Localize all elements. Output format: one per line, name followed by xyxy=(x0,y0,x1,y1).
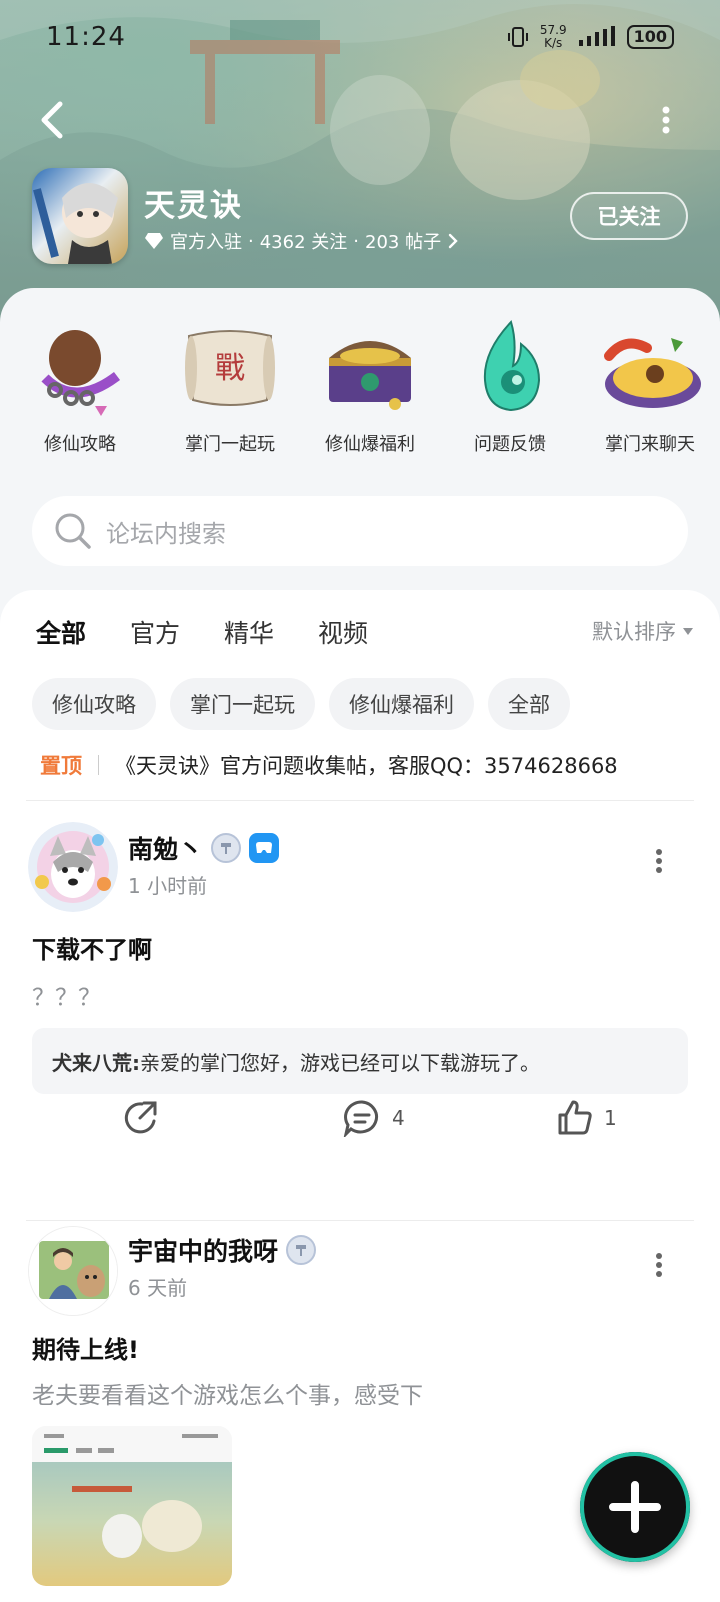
chip-welfare[interactable]: 修仙爆福利 xyxy=(329,678,474,730)
gamepad-badge-icon xyxy=(249,833,280,863)
game-title: 天灵诀 xyxy=(144,188,243,224)
status-time: 11:24 xyxy=(46,22,126,52)
author-row: 宇宙中的我呀 xyxy=(128,1232,317,1268)
signal-icon xyxy=(578,26,615,46)
forum-search-bar[interactable]: 论坛内搜索 xyxy=(32,496,688,566)
pinned-badge: 置顶 xyxy=(40,754,82,778)
category-label: 问题反馈 xyxy=(474,434,546,455)
chip-guide[interactable]: 修仙攻略 xyxy=(32,678,156,730)
category-feedback[interactable]: 问题反馈 xyxy=(440,318,580,456)
search-icon xyxy=(55,513,91,549)
like-count: 1 xyxy=(604,1106,617,1130)
share-button[interactable] xyxy=(122,1099,160,1137)
game-app-icon[interactable] xyxy=(32,168,128,264)
vibrate-icon xyxy=(507,27,528,47)
screenshot-preview-image xyxy=(32,1426,232,1558)
avatar[interactable] xyxy=(28,822,118,912)
scroll-bag-icon xyxy=(41,330,121,416)
topic-chips: 修仙攻略 掌门一起玩 修仙爆福利 全部 xyxy=(32,678,570,730)
chip-all[interactable]: 全部 xyxy=(488,678,570,730)
post-feed: 全部 官方 精华 视频 默认排序 修仙攻略 掌门一起玩 修仙爆福利 全部 置顶 … xyxy=(0,590,720,1602)
reply-text: 亲爱的掌门您好，游戏已经可以下载游玩了。 xyxy=(140,1050,540,1075)
pinned-post[interactable]: 置顶 《天灵诀》官方问题收集帖，客服QQ：3574628668 xyxy=(40,750,618,780)
forum-banner: 11:24 57.9 K/s 100 天灵诀 官方入驻 · 4362 关注 · … xyxy=(0,0,720,330)
divider xyxy=(26,800,694,801)
category-chat[interactable]: 掌门来聊天 xyxy=(580,318,720,456)
comment-button[interactable]: 4 xyxy=(342,1099,405,1137)
category-label: 掌门一起玩 xyxy=(185,434,275,455)
game-character-art xyxy=(33,183,118,264)
network-speed: 57.9 K/s xyxy=(540,24,567,50)
meta-dot: · xyxy=(353,230,359,252)
official-verified-label: 官方入驻 xyxy=(170,232,242,253)
diamond-icon xyxy=(145,233,163,249)
tab-featured[interactable]: 精华 xyxy=(224,614,274,656)
battle-scroll-icon: 戰 xyxy=(185,330,275,406)
user-avatar-image xyxy=(29,1227,117,1315)
status-icons: 57.9 K/s 100 xyxy=(506,24,674,50)
post-body[interactable]: 老夫要看看这个游戏怎么个事，感受下 xyxy=(32,1376,423,1410)
chip-play-together[interactable]: 掌门一起玩 xyxy=(170,678,315,730)
chevron-right-icon[interactable] xyxy=(447,232,459,250)
thumbs-up-icon xyxy=(558,1100,592,1135)
food-plate-icon xyxy=(604,338,701,408)
svg-text:戰: 戰 xyxy=(215,351,245,386)
tab-all[interactable]: 全部 xyxy=(36,614,87,656)
feed-tabs: 全部 官方 精华 视频 xyxy=(36,614,368,656)
more-vertical-icon[interactable] xyxy=(654,848,664,874)
battery-indicator: 100 xyxy=(626,25,674,49)
post-time: 1 小时前 xyxy=(128,874,208,898)
treasure-chest-icon xyxy=(329,341,411,410)
category-label: 掌门来聊天 xyxy=(605,434,695,455)
official-reply[interactable]: 犬来八荒: 亲爱的掌门您好，游戏已经可以下载游玩了。 xyxy=(32,1028,688,1094)
post-time: 6 天前 xyxy=(128,1276,188,1300)
share-icon xyxy=(124,1101,157,1134)
category-label: 修仙攻略 xyxy=(44,434,116,455)
follow-count: 4362 关注 xyxy=(259,232,348,253)
search-placeholder[interactable]: 论坛内搜索 xyxy=(106,514,226,549)
follow-button[interactable]: 已关注 xyxy=(570,192,688,240)
reply-author: 犬来八荒: xyxy=(52,1050,140,1075)
post-count[interactable]: 203 帖子 xyxy=(365,228,441,254)
category-label: 修仙爆福利 xyxy=(325,434,415,455)
level-badge-icon xyxy=(211,833,242,863)
net-speed-unit: K/s xyxy=(544,36,563,50)
author-name[interactable]: 宇宙中的我呀 xyxy=(128,1232,278,1268)
avatar[interactable] xyxy=(28,1226,118,1316)
pin-divider xyxy=(98,755,99,775)
game-meta: 官方入驻 · 4362 关注 · 203 帖子 xyxy=(144,228,459,254)
author-row: 南勉丶 xyxy=(128,830,280,866)
caret-down-icon xyxy=(683,628,693,635)
create-post-button[interactable] xyxy=(580,1452,690,1562)
category-play-together[interactable]: 戰 掌门一起玩 xyxy=(160,318,300,456)
divider xyxy=(26,1220,694,1221)
category-list: 修仙攻略 戰 掌门一起玩 修仙爆福利 问题反馈 掌门来聊天 xyxy=(0,318,720,456)
author-name[interactable]: 南勉丶 xyxy=(128,830,203,866)
category-welfare[interactable]: 修仙爆福利 xyxy=(300,318,440,456)
status-bar: 11:24 57.9 K/s 100 xyxy=(0,0,720,74)
tab-official[interactable]: 官方 xyxy=(130,614,180,656)
spirit-flame-icon xyxy=(483,320,541,412)
plus-icon xyxy=(609,1481,661,1533)
post-title[interactable]: 期待上线! xyxy=(32,1330,139,1365)
post-body[interactable]: ？？？ xyxy=(32,978,101,1012)
tab-video[interactable]: 视频 xyxy=(318,614,368,656)
sort-label: 默认排序 xyxy=(592,620,676,644)
like-button[interactable]: 1 xyxy=(556,1099,617,1137)
dog-avatar-image xyxy=(28,822,118,912)
level-badge-icon xyxy=(286,1235,317,1265)
meta-dot: · xyxy=(248,230,254,252)
more-vertical-icon[interactable] xyxy=(656,104,676,136)
pinned-title[interactable]: 《天灵诀》官方问题收集帖，客服QQ：3574628668 xyxy=(115,750,618,780)
category-guide[interactable]: 修仙攻略 xyxy=(0,318,160,456)
post-image-thumbnail[interactable] xyxy=(32,1426,232,1586)
back-arrow-icon[interactable] xyxy=(34,98,74,142)
comment-icon xyxy=(343,1100,378,1137)
comment-count: 4 xyxy=(392,1106,405,1130)
post-title[interactable]: 下载不了啊 xyxy=(32,930,152,965)
more-vertical-icon[interactable] xyxy=(654,1252,664,1278)
sort-dropdown[interactable]: 默认排序 xyxy=(592,616,694,646)
